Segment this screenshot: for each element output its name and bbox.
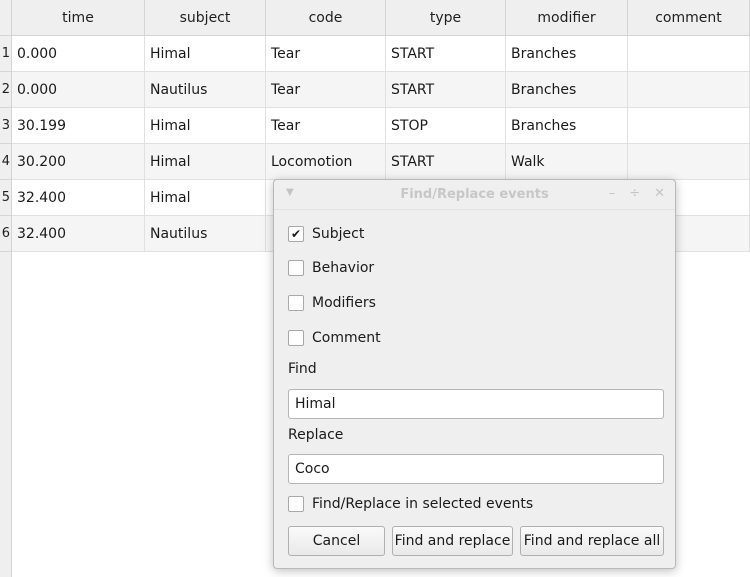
row-header[interactable]: 6 — [0, 216, 12, 252]
cell-modifier[interactable]: Branches — [506, 72, 628, 108]
cell-modifier[interactable]: Walk — [506, 144, 628, 180]
column-header-time[interactable]: time — [12, 0, 145, 36]
table-corner[interactable] — [0, 0, 12, 36]
selected-events-checkbox[interactable]: Find/Replace in selected events — [288, 496, 533, 512]
column-header-comment[interactable]: comment — [628, 0, 750, 36]
cell-type[interactable]: STOP — [386, 108, 506, 144]
selected-events-checkbox-label: Find/Replace in selected events — [312, 496, 534, 512]
cell-comment[interactable] — [628, 144, 750, 180]
row-header-column: 1 2 3 4 5 6 — [0, 36, 12, 252]
cell-time[interactable]: 32.400 — [12, 216, 145, 252]
replace-label: Replace — [288, 427, 344, 443]
modifiers-checkbox[interactable]: Modifiers — [288, 295, 376, 311]
cell-comment[interactable] — [628, 72, 750, 108]
row-header[interactable]: 1 — [0, 36, 12, 72]
checkbox-unchecked-icon[interactable] — [288, 496, 304, 512]
cell-code[interactable]: Locomotion — [266, 144, 386, 180]
behavior-checkbox[interactable]: Behavior — [288, 260, 374, 276]
column-header-type[interactable]: type — [386, 0, 506, 36]
subject-checkbox[interactable]: ✔ Subject — [288, 226, 364, 242]
row-header[interactable]: 3 — [0, 108, 12, 144]
cell-time[interactable]: 0.000 — [12, 72, 145, 108]
cell-subject[interactable]: Himal — [145, 36, 266, 72]
column-header-code[interactable]: code — [266, 0, 386, 36]
find-input[interactable] — [288, 389, 664, 419]
cell-code[interactable]: Tear — [266, 72, 386, 108]
modifiers-checkbox-label: Modifiers — [312, 295, 376, 311]
behavior-checkbox-label: Behavior — [312, 260, 375, 276]
column-header-modifier[interactable]: modifier — [506, 0, 628, 36]
comment-checkbox-label: Comment — [312, 330, 381, 346]
cell-code[interactable]: Tear — [266, 36, 386, 72]
column-header-subject[interactable]: subject — [145, 0, 266, 36]
cell-comment[interactable] — [628, 36, 750, 72]
cell-subject[interactable]: Himal — [145, 144, 266, 180]
cell-modifier[interactable]: Branches — [506, 36, 628, 72]
cell-subject[interactable]: Nautilus — [145, 216, 266, 252]
checkbox-unchecked-icon[interactable] — [288, 260, 304, 276]
cell-time[interactable]: 30.200 — [12, 144, 145, 180]
cell-type[interactable]: START — [386, 144, 506, 180]
find-label: Find — [288, 361, 317, 377]
table-row[interactable]: 0.000 Himal Tear START Branches — [12, 36, 750, 72]
column-header-row: time subject code type modifier comment — [12, 0, 750, 36]
cell-time[interactable]: 32.400 — [12, 180, 145, 216]
find-and-replace-button[interactable]: Find and replace — [392, 526, 513, 556]
table-row[interactable]: 0.000 Nautilus Tear START Branches — [12, 72, 750, 108]
checkbox-unchecked-icon[interactable] — [288, 295, 304, 311]
replace-input[interactable] — [288, 454, 664, 484]
cell-subject[interactable]: Himal — [145, 180, 266, 216]
cell-type[interactable]: START — [386, 36, 506, 72]
find-replace-dialog: ▼ Find/Replace events – ÷ ✕ ✔ Subject Be… — [273, 179, 676, 569]
cell-subject[interactable]: Himal — [145, 108, 266, 144]
window-controls: – ÷ ✕ — [609, 186, 665, 201]
cancel-button[interactable]: Cancel — [288, 526, 385, 556]
comment-checkbox[interactable]: Comment — [288, 330, 381, 346]
cell-code[interactable]: Tear — [266, 108, 386, 144]
row-header-empty — [0, 252, 12, 577]
table-row[interactable]: 30.200 Himal Locomotion START Walk — [12, 144, 750, 180]
checkbox-unchecked-icon[interactable] — [288, 330, 304, 346]
checkbox-checked-icon[interactable]: ✔ — [288, 226, 304, 242]
row-header[interactable]: 4 — [0, 144, 12, 180]
close-icon[interactable]: ✕ — [654, 186, 665, 201]
maximize-icon[interactable]: ÷ — [629, 186, 640, 201]
dialog-titlebar[interactable]: ▼ Find/Replace events – ÷ ✕ — [274, 180, 675, 210]
cell-modifier[interactable]: Branches — [506, 108, 628, 144]
cell-type[interactable]: START — [386, 72, 506, 108]
cell-time[interactable]: 30.199 — [12, 108, 145, 144]
minimize-icon[interactable]: – — [609, 186, 616, 201]
cell-subject[interactable]: Nautilus — [145, 72, 266, 108]
cell-comment[interactable] — [628, 108, 750, 144]
row-header[interactable]: 2 — [0, 72, 12, 108]
find-and-replace-all-button[interactable]: Find and replace all — [520, 526, 664, 556]
table-row[interactable]: 30.199 Himal Tear STOP Branches — [12, 108, 750, 144]
row-header[interactable]: 5 — [0, 180, 12, 216]
cell-time[interactable]: 0.000 — [12, 36, 145, 72]
subject-checkbox-label: Subject — [312, 226, 365, 242]
